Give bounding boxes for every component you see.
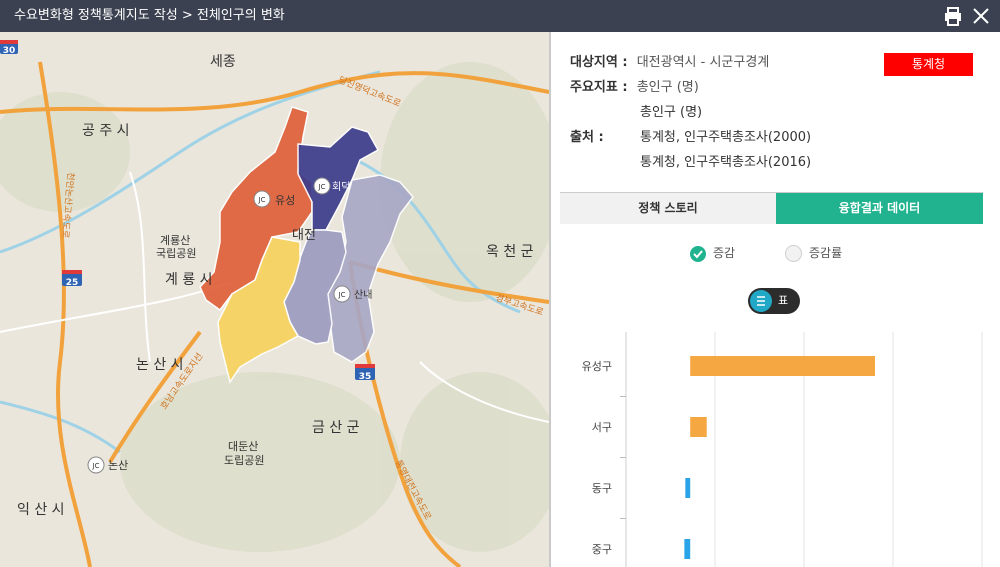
region-value: 대전광역시 - 시군구경계 [636,55,770,70]
region-label: 대상지역 : [570,55,628,70]
info-panel: 대상지역 : 대전광역시 - 시군구경계 통계청 주요지표 : 총인구 (명) … [551,32,1000,567]
junction-icon: JC [87,456,105,474]
chart-category-label: 중구 [592,543,612,556]
place-label: 익 산 시 [17,502,65,518]
place-label: 계룡산 [160,234,190,247]
place-label: 도립공원 [224,454,264,467]
svg-text:JC: JC [258,196,266,204]
place-label: 공 주 시 [82,123,130,139]
place-label: 논 산 시 [136,357,184,373]
chart-category-label: 유성구 [582,360,612,373]
indicator-value: 총인구 (명) [636,80,699,95]
route-shield-35-icon: 35 [355,364,375,382]
route-shield-30-icon: 30 [0,40,18,56]
chart-category-label: 서구 [592,421,612,434]
svg-text:30: 30 [3,46,16,56]
map-canvas[interactable]: 30 25 35 JC JC JC JC 당진영덕고속도로 경부고속도로 통영대… [0,32,549,567]
place-label: 계 룡 시 [165,272,213,288]
route-shield-25-icon: 25 [62,270,82,288]
source-row: 출처 : [570,126,604,145]
place-label: 옥 천 군 [486,244,534,260]
chart-bar[interactable] [690,356,876,376]
radio-change[interactable]: 증감 [690,244,735,262]
close-icon [973,8,989,24]
place-label: 논산 [108,459,128,472]
source-value: 통계청, 인구주택총조사(2000) [640,130,812,145]
tab-bar: 정책 스토리 융합결과 데이터 [560,192,983,224]
svg-text:JC: JC [338,291,346,299]
place-label: 국립공원 [156,247,196,260]
svg-text:JC: JC [318,183,326,191]
place-label: 세종 [210,54,236,70]
chart-bar[interactable] [690,417,707,437]
bar-chart: 유성구서구동구중구 [582,332,983,567]
region-row: 대상지역 : 대전광역시 - 시군구경계 [570,51,769,70]
source-badge[interactable]: 통계청 [884,53,973,76]
junction-icon: JC [253,190,271,208]
indicator-value: 총인구 (명) [640,105,703,120]
place-label: 유성 [275,194,295,207]
print-icon [945,7,961,26]
place-label: 산내 [354,289,372,301]
window-titlebar: 수요변화형 정책통계지도 작성 > 전체인구의 변화 [0,0,1000,32]
checkmark-icon [690,245,706,262]
junction-icon: JC [333,285,351,303]
source-value: 통계청, 인구주택총조사(2016) [640,155,812,170]
place-label: 금 산 군 [312,420,360,436]
radio-change-label: 증감 [713,246,736,260]
radio-change-rate[interactable]: 증감률 [785,244,842,262]
junction-icon: JC [313,177,331,195]
tab-fusion-data[interactable]: 융합결과 데이터 [776,193,983,224]
close-button[interactable] [969,4,993,28]
place-label: 회덕 [332,181,350,193]
list-icon [750,290,772,312]
place-label: 대전 [292,228,316,243]
svg-text:35: 35 [359,372,372,382]
svg-text:JC: JC [92,462,100,470]
table-view-toggle[interactable]: 표 [748,288,800,314]
chart-category-label: 동구 [592,482,612,495]
radio-unchecked-icon [785,245,802,262]
chart-bar[interactable] [684,539,691,559]
tab-policy-story[interactable]: 정책 스토리 [560,193,776,224]
print-button[interactable] [941,4,965,28]
source-label: 출처 : [570,130,604,145]
window-title: 수요변화형 정책통계지도 작성 > 전체인구의 변화 [14,8,285,23]
chart-bar[interactable] [685,478,691,498]
svg-text:25: 25 [66,278,79,288]
place-label: 대둔산 [228,440,258,453]
radio-change-rate-label: 증감률 [809,246,843,260]
map-view[interactable]: 30 25 35 JC JC JC JC 당진영덕고속도로 경부고속도로 통영대… [0,32,549,567]
indicator-label: 주요지표 : [570,80,628,95]
table-view-label: 표 [778,294,789,307]
indicator-row: 주요지표 : 총인구 (명) [570,76,699,95]
